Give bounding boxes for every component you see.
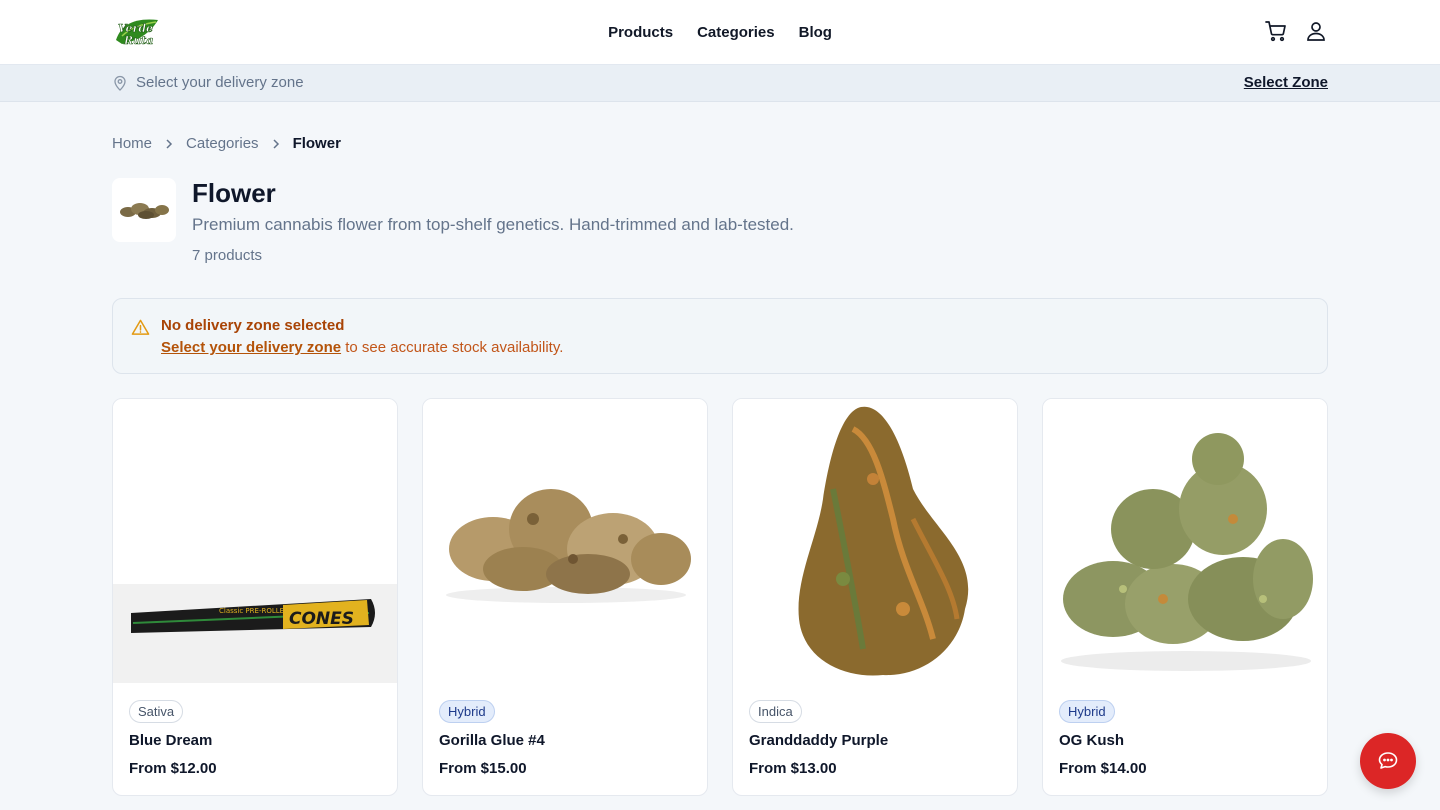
product-price: From $13.00 — [749, 760, 837, 777]
product-name[interactable]: Blue Dream — [129, 732, 212, 749]
product-card[interactable]: Hybrid Gorilla Glue #4 From $15.00 — [422, 398, 708, 796]
product-image — [733, 399, 1017, 683]
page-title: Flower — [192, 178, 276, 208]
product-image: CONES Classic PRE-ROLLED — [113, 399, 397, 683]
delivery-zone-bar: Select your delivery zone Select Zone — [0, 65, 1440, 102]
strain-type-badge: Sativa — [129, 700, 184, 723]
map-pin-icon — [114, 75, 126, 91]
product-price: From $14.00 — [1059, 760, 1147, 777]
alert-body-text: to see accurate stock availability. — [341, 339, 564, 356]
category-thumbnail — [112, 178, 176, 242]
user-icon[interactable] — [1304, 19, 1328, 43]
product-card[interactable]: CONES Classic PRE-ROLLED Sativa Blue Dre… — [112, 398, 398, 796]
alert-select-zone-link[interactable]: Select your delivery zone — [161, 339, 341, 356]
nav-categories[interactable]: Categories — [697, 24, 775, 41]
breadcrumb-home[interactable]: Home — [112, 135, 152, 152]
product-name[interactable]: Gorilla Glue #4 — [439, 732, 545, 749]
product-image-label: CONES — [289, 609, 354, 629]
product-count: 7 products — [192, 247, 263, 264]
chevron-right-icon — [273, 138, 279, 149]
product-card[interactable]: Indica Granddaddy Purple From $13.00 — [732, 398, 1018, 796]
product-price: From $15.00 — [439, 760, 527, 777]
product-image-sublabel: Classic PRE-ROLLED — [219, 607, 289, 615]
chat-icon — [1378, 752, 1398, 769]
strain-type-badge: Hybrid — [1059, 700, 1115, 723]
nav-products[interactable]: Products — [608, 24, 673, 41]
alert-title: No delivery zone selected — [161, 317, 345, 334]
strain-type-badge: Hybrid — [439, 700, 495, 723]
select-zone-link[interactable]: Select Zone — [1244, 74, 1328, 91]
product-name[interactable]: Granddaddy Purple — [749, 732, 888, 749]
product-name[interactable]: OG Kush — [1059, 732, 1124, 749]
header-actions — [1264, 19, 1328, 43]
category-description: Premium cannabis flower from top-shelf g… — [192, 215, 794, 234]
product-grid: CONES Classic PRE-ROLLED Sativa Blue Dre… — [112, 398, 1328, 796]
chat-button[interactable] — [1360, 733, 1416, 789]
product-card[interactable]: Hybrid OG Kush From $14.00 — [1042, 398, 1328, 796]
warning-icon — [131, 319, 150, 335]
strain-type-badge: Indica — [749, 700, 802, 723]
product-price: From $12.00 — [129, 760, 217, 777]
alert-body: Select your delivery zone to see accurat… — [161, 339, 563, 356]
nav-blog[interactable]: Blog — [799, 24, 832, 41]
cart-icon[interactable] — [1264, 19, 1288, 43]
breadcrumb: Home Categories Flower — [112, 135, 341, 152]
zone-warning-alert: No delivery zone selected Select your de… — [112, 298, 1328, 374]
product-image — [1043, 399, 1327, 683]
zone-prompt: Select your delivery zone — [136, 74, 304, 91]
chevron-right-icon — [166, 138, 173, 149]
breadcrumb-categories[interactable]: Categories — [186, 135, 259, 152]
site-header: Verde Ruta Products Categories Blog — [0, 0, 1440, 65]
product-image — [423, 399, 707, 683]
breadcrumb-current: Flower — [292, 135, 341, 152]
main-nav: Products Categories Blog — [0, 0, 1440, 64]
